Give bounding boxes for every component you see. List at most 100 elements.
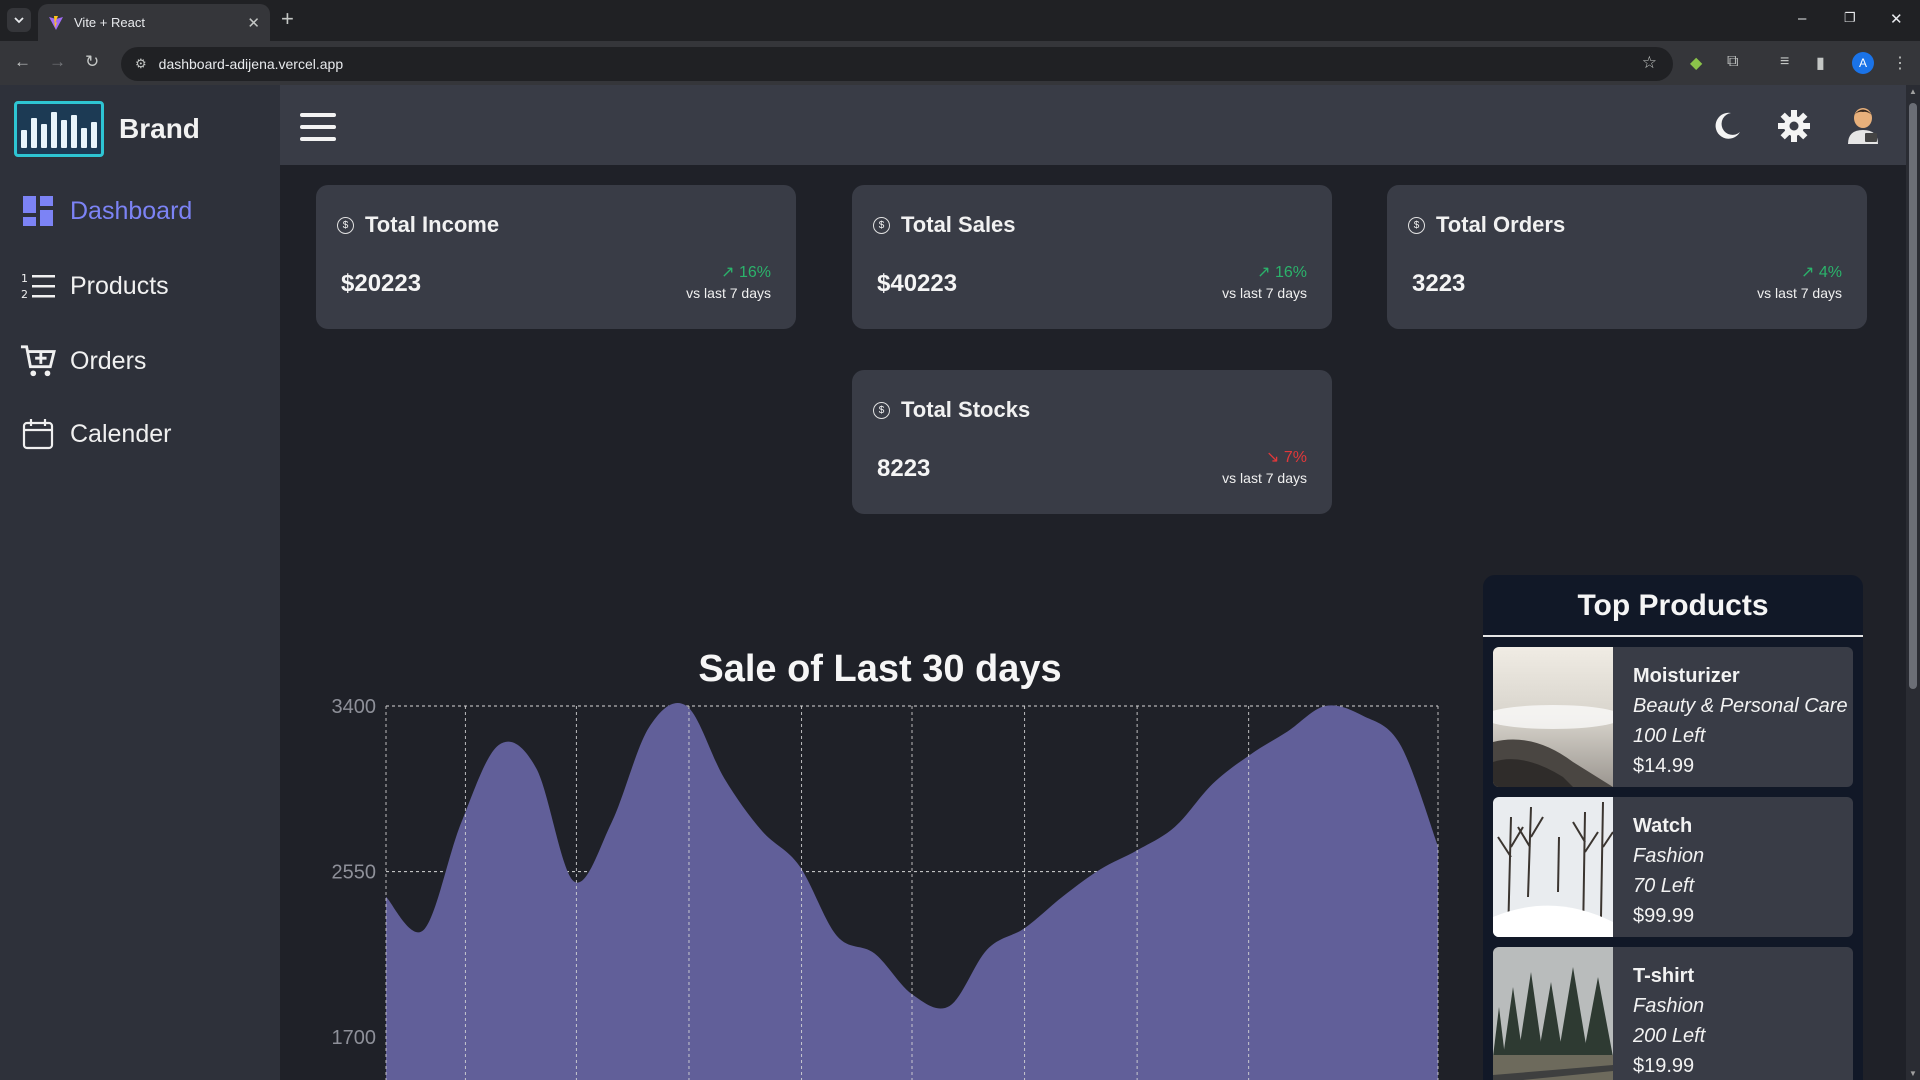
- chart-title: Sale of Last 30 days: [698, 648, 1062, 690]
- url-text: dashboard-adijena.vercel.app: [158, 56, 344, 72]
- trend-up-icon: ↗: [721, 264, 739, 281]
- product-name: T-shirt: [1633, 965, 1695, 987]
- browser-menu-icon[interactable]: ⋮: [1892, 53, 1908, 73]
- forward-arrow-icon[interactable]: →: [49, 52, 66, 72]
- product-stock: 70 Left: [1633, 875, 1695, 897]
- sidebar-item-label: Calender: [70, 419, 172, 448]
- side-panel-icon[interactable]: ▮: [1816, 53, 1825, 73]
- minimize-window-icon[interactable]: –: [1798, 10, 1806, 27]
- product-card-moisturizer[interactable]: Moisturizer Beauty & Personal Care 100 L…: [1493, 647, 1853, 787]
- chevron-down-icon: [14, 17, 24, 24]
- site-info-icon[interactable]: ⚙: [135, 56, 147, 72]
- brand[interactable]: Brand: [14, 101, 200, 157]
- chart-y-ticks: 3400 2550 1700: [332, 696, 377, 1049]
- page-scrollbar[interactable]: ▲ ▼: [1906, 85, 1920, 1080]
- calendar-icon: [20, 416, 56, 452]
- dashboard-grid-icon: [20, 193, 56, 229]
- address-bar[interactable]: ⚙ dashboard-adijena.vercel.app ☆: [121, 47, 1673, 81]
- stat-compare: vs last 7 days: [686, 285, 771, 301]
- product-price: $19.99: [1633, 1055, 1695, 1077]
- gear-icon[interactable]: [1778, 110, 1810, 142]
- product-price: $14.99: [1633, 755, 1695, 777]
- stat-card-total-stocks: $ Total Stocks 8223 ↘ 7% vs last 7 days: [852, 370, 1332, 514]
- stat-change: 16%: [738, 264, 771, 281]
- sidebar-item-label: Orders: [70, 346, 147, 375]
- user-avatar-icon[interactable]: [1845, 106, 1881, 144]
- product-category: Beauty & Personal Care: [1633, 695, 1848, 717]
- sidebar-item-label: Dashboard: [70, 196, 193, 225]
- product-name: Moisturizer: [1633, 665, 1740, 687]
- stat-title: Total Income: [365, 212, 500, 237]
- moon-icon[interactable]: [1711, 110, 1743, 142]
- extension-icon[interactable]: ◆: [1690, 53, 1702, 73]
- scrollbar-thumb[interactable]: [1909, 103, 1917, 689]
- extensions-puzzle-icon[interactable]: ⧉: [1727, 53, 1738, 71]
- top-products-panel: Top Products Moisturizer Beauty & Person…: [1483, 575, 1863, 1080]
- app-header: [280, 85, 1906, 165]
- product-card-t-shirt[interactable]: T-shirt Fashion 200 Left $19.99: [1493, 947, 1853, 1080]
- stat-card-total-orders: $ Total Orders 3223 ↗ 4% vs last 7 days: [1387, 185, 1867, 329]
- top-products-title: Top Products: [1483, 575, 1863, 637]
- product-name: Watch: [1633, 815, 1693, 837]
- profile-avatar[interactable]: A: [1852, 52, 1874, 74]
- numbered-list-icon: 12: [20, 268, 56, 304]
- browser-toolbar: ← → ↻ ⚙ dashboard-adijena.vercel.app ☆ ◆…: [0, 41, 1920, 85]
- sidebar-item-dashboard[interactable]: Dashboard: [20, 193, 192, 229]
- media-controls-icon[interactable]: ≡: [1780, 53, 1789, 71]
- scroll-up-arrow-icon[interactable]: ▲: [1909, 87, 1917, 96]
- mountain-clouds-image: [1493, 647, 1613, 787]
- product-card-watch[interactable]: Watch Fashion 70 Left $99.99: [1493, 797, 1853, 937]
- tab-search-button[interactable]: [7, 8, 31, 32]
- close-window-icon[interactable]: ✕: [1890, 10, 1903, 28]
- sales-area-series: [386, 703, 1438, 1080]
- cart-plus-icon: [20, 343, 56, 379]
- stat-title: Total Stocks: [901, 397, 1031, 422]
- sidebar-item-label: Products: [70, 271, 169, 300]
- stat-card-total-income: $ Total Income $20223 ↗ 16% vs last 7 day…: [316, 185, 796, 329]
- sidebar-item-calender[interactable]: Calender: [20, 416, 171, 452]
- stat-value: $20223: [341, 270, 422, 297]
- stat-change: 7%: [1283, 449, 1307, 466]
- sales-area-chart: 3400 2550 1700: [332, 696, 1439, 1080]
- y-tick-label: 1700: [332, 1027, 377, 1049]
- menu-icon[interactable]: [300, 113, 336, 141]
- back-arrow-icon[interactable]: ←: [14, 52, 31, 72]
- forest-road-image: [1493, 947, 1613, 1080]
- y-tick-label: 2550: [332, 862, 377, 884]
- svg-text:2: 2: [21, 288, 28, 301]
- stat-compare: vs last 7 days: [1222, 470, 1307, 486]
- browser-tab[interactable]: Vite + React ✕: [38, 4, 270, 41]
- product-stock: 200 Left: [1633, 1025, 1706, 1047]
- trend-up-icon: ↗: [1801, 264, 1819, 281]
- vite-favicon-icon: [49, 15, 63, 30]
- browser-tab-strip: Vite + React ✕ + – ❐ ✕: [0, 0, 1920, 41]
- bar-chart-logo-icon: [14, 101, 104, 157]
- stat-change: 4%: [1818, 264, 1842, 281]
- sidebar: [0, 85, 280, 1080]
- close-tab-icon[interactable]: ✕: [247, 14, 260, 32]
- stat-card-total-sales: $ Total Sales $40223 ↗ 16% vs last 7 days: [852, 185, 1332, 329]
- dollar-coin-icon: $: [337, 216, 354, 234]
- product-category: Fashion: [1633, 995, 1705, 1017]
- trend-up-icon: ↗: [1257, 264, 1275, 281]
- sidebar-item-products[interactable]: 12 Products: [20, 268, 169, 304]
- stat-change: 16%: [1274, 264, 1307, 281]
- new-tab-icon[interactable]: +: [281, 8, 294, 30]
- sidebar-item-orders[interactable]: Orders: [20, 343, 146, 379]
- stat-title: Total Sales: [901, 212, 1016, 237]
- dollar-coin-icon: $: [1408, 216, 1425, 234]
- product-price: $99.99: [1633, 905, 1695, 927]
- product-stock: 100 Left: [1633, 725, 1706, 747]
- stat-compare: vs last 7 days: [1222, 285, 1307, 301]
- stat-value: $40223: [877, 270, 958, 297]
- snowy-trees-image: [1493, 797, 1613, 937]
- stat-value: 8223: [877, 455, 931, 482]
- scroll-down-arrow-icon[interactable]: ▼: [1909, 1069, 1917, 1078]
- dollar-coin-icon: $: [873, 216, 890, 234]
- reload-icon[interactable]: ↻: [85, 52, 99, 72]
- dollar-coin-icon: $: [873, 401, 890, 419]
- svg-text:1: 1: [21, 272, 28, 285]
- bookmark-star-icon[interactable]: ☆: [1642, 53, 1657, 73]
- stat-title: Total Orders: [1436, 212, 1566, 237]
- restore-window-icon[interactable]: ❐: [1844, 10, 1856, 26]
